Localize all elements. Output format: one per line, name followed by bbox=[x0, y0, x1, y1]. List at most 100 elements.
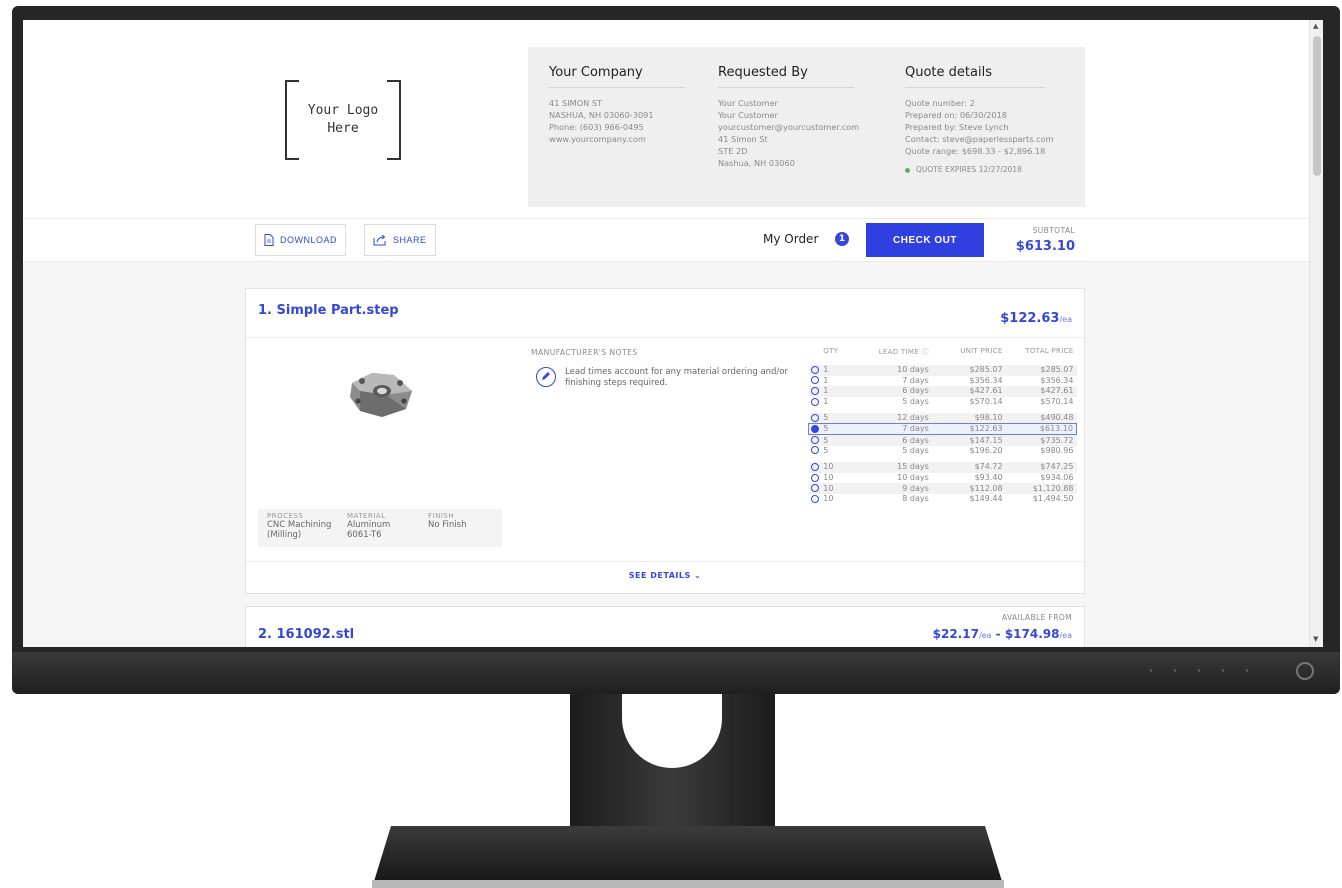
qty-cell: 1 bbox=[823, 375, 829, 385]
vertical-scrollbar[interactable]: ▲ ▼ bbox=[1309, 20, 1323, 647]
lead-time-cell: 7 days bbox=[854, 423, 929, 436]
total-price-cell: $980.96 bbox=[1040, 445, 1074, 455]
prop-value: No Finish bbox=[428, 520, 467, 530]
order-toolbar: DOWNLOAD SHARE My Order 1 CHECK OUT SUBT… bbox=[23, 218, 1309, 262]
contact-email[interactable]: Contact: steve@paperlessparts.com bbox=[905, 133, 1054, 145]
pricing-row[interactable]: 57 days $122.63 $613.10 bbox=[808, 423, 1077, 436]
price-high-unit: /ea bbox=[1059, 631, 1072, 640]
scrollbar-thumb[interactable] bbox=[1313, 36, 1321, 176]
unit-price-cell: $285.07 bbox=[928, 365, 1003, 376]
pricing-row[interactable]: 5 5 days $196.20 $980.96 bbox=[809, 446, 1077, 457]
lead-time-cell: 15 days bbox=[854, 462, 929, 473]
company-heading: Your Company bbox=[549, 65, 685, 88]
radio-button[interactable] bbox=[810, 446, 819, 455]
part-title[interactable]: 2. 161092.stl bbox=[258, 627, 354, 642]
download-label: DOWNLOAD bbox=[280, 235, 338, 245]
total-price-cell: $285.07 bbox=[1002, 365, 1077, 376]
screen: Your Logo Here Your Company 41 SIMON ST … bbox=[23, 20, 1323, 647]
total-price-cell: $934.06 bbox=[1040, 473, 1074, 483]
total-price-cell: $747.25 bbox=[1002, 462, 1077, 473]
quote-details-info: Quote details Quote number: 2 Prepared o… bbox=[905, 65, 1054, 174]
lead-time-cell: 6 days bbox=[854, 434, 929, 446]
pricing-row[interactable]: 5 12 days $98.10 $490.48 bbox=[808, 413, 1077, 424]
product-shot: Your Logo Here Your Company 41 SIMON ST … bbox=[0, 0, 1342, 888]
see-details-link[interactable]: SEE DETAILS ⌄ bbox=[246, 571, 1084, 580]
lead-time-cell: 12 days bbox=[854, 413, 929, 424]
scroll-up-icon[interactable]: ▲ bbox=[1313, 22, 1318, 30]
radio-button[interactable] bbox=[810, 462, 819, 471]
requested-by-info: Requested By Your Customer Your Customer… bbox=[718, 65, 859, 169]
checkout-button[interactable]: CHECK OUT bbox=[866, 223, 984, 257]
radio-button[interactable] bbox=[810, 386, 819, 395]
part-properties: PROCESS CNC Machining (Milling) MATERIAL… bbox=[258, 509, 502, 547]
available-from-label: AVAILABLE FROM bbox=[1001, 613, 1072, 622]
unit-price-cell: $427.61 bbox=[928, 386, 1003, 397]
prepared-on: Prepared on: 06/30/2018 bbox=[905, 110, 1008, 120]
qty-cell: 10 bbox=[823, 462, 855, 473]
column-header-unit-price: UNIT PRICE bbox=[960, 347, 1003, 355]
total-price-cell: $613.10 bbox=[1002, 423, 1077, 436]
share-button[interactable]: SHARE bbox=[364, 224, 436, 256]
qty-cell: 1 bbox=[823, 386, 855, 397]
pencil-icon bbox=[536, 367, 556, 387]
quote-header: Your Logo Here Your Company 41 SIMON ST … bbox=[23, 20, 1309, 218]
unit-price-cell: $112.08 bbox=[928, 483, 1003, 494]
radio-button[interactable] bbox=[810, 413, 819, 422]
total-price-cell: $356.34 bbox=[1040, 375, 1074, 385]
prop-value: Aluminum bbox=[347, 520, 391, 530]
monitor-stand-edge bbox=[372, 880, 1004, 888]
unit-price-cell: $98.10 bbox=[928, 413, 1003, 424]
qty-cell: 5 bbox=[823, 434, 855, 446]
radio-button[interactable] bbox=[810, 436, 819, 445]
lead-time-cell: 8 days bbox=[902, 494, 929, 504]
quote-expires: QUOTE EXPIRES 12/27/2018 bbox=[905, 165, 1045, 174]
radio-button[interactable] bbox=[810, 397, 819, 406]
prepared-by: Prepared by: Steve Lynch bbox=[905, 122, 1009, 132]
unit-price-cell: $74.72 bbox=[928, 462, 1003, 473]
radio-button[interactable] bbox=[810, 484, 819, 493]
part-card: 1. Simple Part.step $122.63/ea PROCESS C… bbox=[245, 288, 1085, 594]
column-header-qty: QTY bbox=[823, 347, 839, 355]
company-line: Phone: (603) 966-0495 bbox=[549, 122, 644, 132]
qty-cell: 1 bbox=[823, 397, 829, 407]
pricing-row[interactable]: 1 10 days $285.07 $285.07 bbox=[808, 365, 1077, 376]
radio-button[interactable] bbox=[810, 365, 819, 374]
logo-text-line1: Your Logo bbox=[307, 103, 379, 118]
pricing-row[interactable]: 16 days $427.61 $427.61 bbox=[808, 386, 1077, 397]
scroll-down-icon[interactable]: ▼ bbox=[1313, 635, 1318, 643]
pricing-row[interactable]: 1 7 days $356.34 $356.34 bbox=[809, 376, 1077, 387]
monitor-chin bbox=[12, 652, 1340, 694]
prop-key: MATERIAL bbox=[347, 512, 386, 520]
part-thumbnail bbox=[350, 373, 412, 417]
part-title[interactable]: 1. Simple Part.step bbox=[258, 303, 399, 318]
company-website[interactable]: www.yourcompany.com bbox=[549, 133, 685, 145]
quote-range: Quote range: $698.33 - $2,896.18 bbox=[905, 146, 1046, 156]
download-button[interactable]: DOWNLOAD bbox=[255, 224, 347, 256]
unit-price-cell: $196.20 bbox=[969, 445, 1003, 455]
pricing-row[interactable]: 10 9 days $112.08 $1,120.88 bbox=[808, 483, 1077, 494]
qty-cell: 5 bbox=[823, 413, 855, 424]
radio-button[interactable] bbox=[810, 376, 819, 385]
logo-text-line2: Here bbox=[327, 121, 359, 136]
prop-process: PROCESS CNC Machining (Milling) bbox=[267, 512, 331, 540]
price-low: $22.17 bbox=[932, 627, 979, 641]
info-panel: Your Company 41 SIMON ST NASHUA, NH 0306… bbox=[528, 47, 1085, 207]
lead-time-cell: 6 days bbox=[854, 386, 929, 397]
radio-button[interactable] bbox=[810, 494, 819, 503]
pricing-row[interactable]: 10 8 days $149.44 $1,494.50 bbox=[809, 494, 1077, 505]
pricing-row[interactable]: 1 5 days $570.14 $570.14 bbox=[809, 397, 1077, 408]
subtotal-label: SUBTOTAL bbox=[1032, 226, 1075, 235]
price-high: $174.98 bbox=[1004, 627, 1060, 641]
requested-by-email[interactable]: yourcustomer@yourcustomer.com bbox=[718, 121, 859, 133]
radio-button[interactable] bbox=[810, 473, 819, 482]
prop-value: CNC Machining bbox=[267, 520, 332, 530]
pricing-row[interactable]: 56 days $147.15 $735.72 bbox=[808, 434, 1077, 446]
pricing-row[interactable]: 10 15 days $74.72 $747.25 bbox=[808, 462, 1077, 473]
my-order-label[interactable]: My Order bbox=[763, 232, 818, 246]
pricing-row[interactable]: 10 10 days $93.40 $934.06 bbox=[809, 473, 1077, 484]
qty-cell: 5 bbox=[823, 423, 855, 436]
qty-cell: 10 bbox=[823, 494, 834, 504]
order-count-badge: 1 bbox=[835, 232, 849, 246]
monitor-button-dots bbox=[1150, 669, 1270, 672]
radio-button[interactable] bbox=[811, 424, 819, 433]
